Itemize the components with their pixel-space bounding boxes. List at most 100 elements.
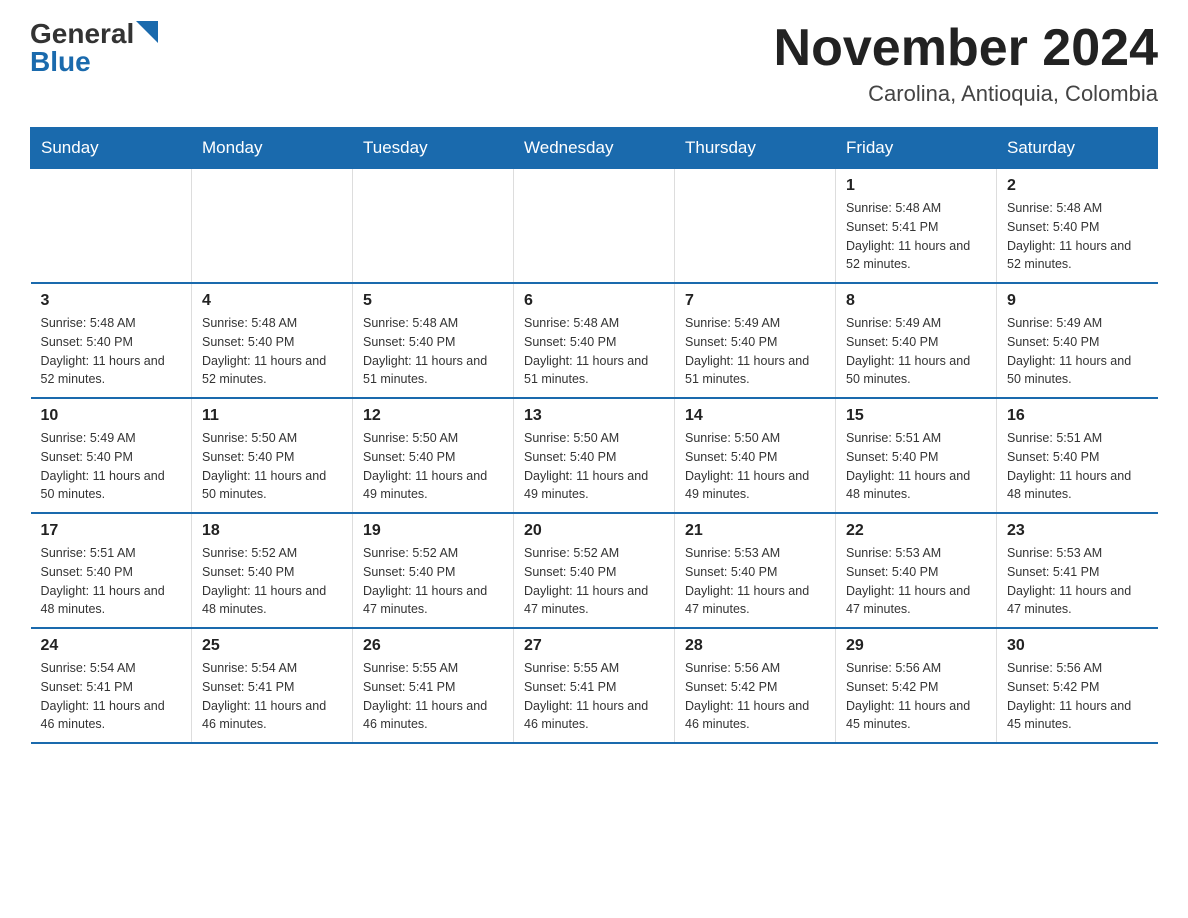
table-row: 18 Sunrise: 5:52 AMSunset: 5:40 PMDaylig… bbox=[192, 513, 353, 628]
day-number: 4 bbox=[202, 292, 342, 310]
logo-general-text: General bbox=[30, 20, 134, 48]
table-row: 10 Sunrise: 5:49 AMSunset: 5:40 PMDaylig… bbox=[31, 398, 192, 513]
table-row: 8 Sunrise: 5:49 AMSunset: 5:40 PMDayligh… bbox=[836, 283, 997, 398]
table-row: 20 Sunrise: 5:52 AMSunset: 5:40 PMDaylig… bbox=[514, 513, 675, 628]
table-row bbox=[31, 169, 192, 284]
table-row: 13 Sunrise: 5:50 AMSunset: 5:40 PMDaylig… bbox=[514, 398, 675, 513]
day-number: 23 bbox=[1007, 522, 1148, 540]
day-number: 7 bbox=[685, 292, 825, 310]
location: Carolina, Antioquia, Colombia bbox=[774, 81, 1158, 107]
day-info: Sunrise: 5:55 AMSunset: 5:41 PMDaylight:… bbox=[363, 661, 487, 731]
table-row: 28 Sunrise: 5:56 AMSunset: 5:42 PMDaylig… bbox=[675, 628, 836, 743]
day-info: Sunrise: 5:51 AMSunset: 5:40 PMDaylight:… bbox=[1007, 431, 1131, 501]
table-row: 7 Sunrise: 5:49 AMSunset: 5:40 PMDayligh… bbox=[675, 283, 836, 398]
day-info: Sunrise: 5:51 AMSunset: 5:40 PMDaylight:… bbox=[846, 431, 970, 501]
col-tuesday: Tuesday bbox=[353, 128, 514, 169]
day-info: Sunrise: 5:51 AMSunset: 5:40 PMDaylight:… bbox=[41, 546, 165, 616]
table-row: 19 Sunrise: 5:52 AMSunset: 5:40 PMDaylig… bbox=[353, 513, 514, 628]
day-info: Sunrise: 5:53 AMSunset: 5:40 PMDaylight:… bbox=[685, 546, 809, 616]
day-number: 3 bbox=[41, 292, 182, 310]
col-sunday: Sunday bbox=[31, 128, 192, 169]
table-row: 4 Sunrise: 5:48 AMSunset: 5:40 PMDayligh… bbox=[192, 283, 353, 398]
logo-blue-text: Blue bbox=[30, 48, 91, 76]
day-info: Sunrise: 5:48 AMSunset: 5:40 PMDaylight:… bbox=[1007, 201, 1131, 271]
day-number: 2 bbox=[1007, 177, 1148, 195]
day-number: 8 bbox=[846, 292, 986, 310]
calendar-table: Sunday Monday Tuesday Wednesday Thursday… bbox=[30, 127, 1158, 744]
col-saturday: Saturday bbox=[997, 128, 1158, 169]
day-number: 26 bbox=[363, 637, 503, 655]
day-number: 12 bbox=[363, 407, 503, 425]
day-info: Sunrise: 5:53 AMSunset: 5:40 PMDaylight:… bbox=[846, 546, 970, 616]
day-info: Sunrise: 5:56 AMSunset: 5:42 PMDaylight:… bbox=[1007, 661, 1131, 731]
col-monday: Monday bbox=[192, 128, 353, 169]
day-number: 18 bbox=[202, 522, 342, 540]
day-info: Sunrise: 5:52 AMSunset: 5:40 PMDaylight:… bbox=[202, 546, 326, 616]
day-number: 27 bbox=[524, 637, 664, 655]
day-number: 6 bbox=[524, 292, 664, 310]
day-info: Sunrise: 5:49 AMSunset: 5:40 PMDaylight:… bbox=[41, 431, 165, 501]
logo-arrow-icon bbox=[136, 21, 158, 43]
table-row: 12 Sunrise: 5:50 AMSunset: 5:40 PMDaylig… bbox=[353, 398, 514, 513]
day-number: 24 bbox=[41, 637, 182, 655]
table-row: 27 Sunrise: 5:55 AMSunset: 5:41 PMDaylig… bbox=[514, 628, 675, 743]
day-number: 11 bbox=[202, 407, 342, 425]
month-title: November 2024 bbox=[774, 20, 1158, 77]
page-header: General Blue November 2024 Carolina, Ant… bbox=[30, 20, 1158, 107]
col-friday: Friday bbox=[836, 128, 997, 169]
day-number: 20 bbox=[524, 522, 664, 540]
table-row: 29 Sunrise: 5:56 AMSunset: 5:42 PMDaylig… bbox=[836, 628, 997, 743]
table-row: 15 Sunrise: 5:51 AMSunset: 5:40 PMDaylig… bbox=[836, 398, 997, 513]
day-number: 21 bbox=[685, 522, 825, 540]
logo: General Blue bbox=[30, 20, 158, 76]
table-row: 17 Sunrise: 5:51 AMSunset: 5:40 PMDaylig… bbox=[31, 513, 192, 628]
day-number: 25 bbox=[202, 637, 342, 655]
table-row: 23 Sunrise: 5:53 AMSunset: 5:41 PMDaylig… bbox=[997, 513, 1158, 628]
day-info: Sunrise: 5:54 AMSunset: 5:41 PMDaylight:… bbox=[202, 661, 326, 731]
table-row: 16 Sunrise: 5:51 AMSunset: 5:40 PMDaylig… bbox=[997, 398, 1158, 513]
day-number: 15 bbox=[846, 407, 986, 425]
day-info: Sunrise: 5:56 AMSunset: 5:42 PMDaylight:… bbox=[685, 661, 809, 731]
calendar-week-row: 10 Sunrise: 5:49 AMSunset: 5:40 PMDaylig… bbox=[31, 398, 1158, 513]
table-row bbox=[192, 169, 353, 284]
table-row: 21 Sunrise: 5:53 AMSunset: 5:40 PMDaylig… bbox=[675, 513, 836, 628]
day-number: 29 bbox=[846, 637, 986, 655]
calendar-week-row: 24 Sunrise: 5:54 AMSunset: 5:41 PMDaylig… bbox=[31, 628, 1158, 743]
table-row: 5 Sunrise: 5:48 AMSunset: 5:40 PMDayligh… bbox=[353, 283, 514, 398]
table-row: 30 Sunrise: 5:56 AMSunset: 5:42 PMDaylig… bbox=[997, 628, 1158, 743]
day-number: 16 bbox=[1007, 407, 1148, 425]
day-number: 1 bbox=[846, 177, 986, 195]
day-info: Sunrise: 5:50 AMSunset: 5:40 PMDaylight:… bbox=[202, 431, 326, 501]
day-info: Sunrise: 5:48 AMSunset: 5:40 PMDaylight:… bbox=[202, 316, 326, 386]
day-info: Sunrise: 5:52 AMSunset: 5:40 PMDaylight:… bbox=[524, 546, 648, 616]
day-number: 14 bbox=[685, 407, 825, 425]
day-info: Sunrise: 5:49 AMSunset: 5:40 PMDaylight:… bbox=[846, 316, 970, 386]
day-info: Sunrise: 5:49 AMSunset: 5:40 PMDaylight:… bbox=[685, 316, 809, 386]
day-info: Sunrise: 5:48 AMSunset: 5:40 PMDaylight:… bbox=[363, 316, 487, 386]
title-block: November 2024 Carolina, Antioquia, Colom… bbox=[774, 20, 1158, 107]
day-number: 9 bbox=[1007, 292, 1148, 310]
table-row: 2 Sunrise: 5:48 AMSunset: 5:40 PMDayligh… bbox=[997, 169, 1158, 284]
day-number: 22 bbox=[846, 522, 986, 540]
day-number: 10 bbox=[41, 407, 182, 425]
table-row: 3 Sunrise: 5:48 AMSunset: 5:40 PMDayligh… bbox=[31, 283, 192, 398]
col-thursday: Thursday bbox=[675, 128, 836, 169]
col-wednesday: Wednesday bbox=[514, 128, 675, 169]
day-info: Sunrise: 5:50 AMSunset: 5:40 PMDaylight:… bbox=[524, 431, 648, 501]
day-info: Sunrise: 5:56 AMSunset: 5:42 PMDaylight:… bbox=[846, 661, 970, 731]
day-info: Sunrise: 5:53 AMSunset: 5:41 PMDaylight:… bbox=[1007, 546, 1131, 616]
table-row: 1 Sunrise: 5:48 AMSunset: 5:41 PMDayligh… bbox=[836, 169, 997, 284]
calendar-week-row: 1 Sunrise: 5:48 AMSunset: 5:41 PMDayligh… bbox=[31, 169, 1158, 284]
table-row bbox=[675, 169, 836, 284]
table-row: 6 Sunrise: 5:48 AMSunset: 5:40 PMDayligh… bbox=[514, 283, 675, 398]
day-info: Sunrise: 5:48 AMSunset: 5:40 PMDaylight:… bbox=[524, 316, 648, 386]
day-info: Sunrise: 5:49 AMSunset: 5:40 PMDaylight:… bbox=[1007, 316, 1131, 386]
table-row: 14 Sunrise: 5:50 AMSunset: 5:40 PMDaylig… bbox=[675, 398, 836, 513]
table-row: 22 Sunrise: 5:53 AMSunset: 5:40 PMDaylig… bbox=[836, 513, 997, 628]
table-row bbox=[514, 169, 675, 284]
day-info: Sunrise: 5:48 AMSunset: 5:40 PMDaylight:… bbox=[41, 316, 165, 386]
table-row: 26 Sunrise: 5:55 AMSunset: 5:41 PMDaylig… bbox=[353, 628, 514, 743]
day-info: Sunrise: 5:50 AMSunset: 5:40 PMDaylight:… bbox=[363, 431, 487, 501]
table-row: 9 Sunrise: 5:49 AMSunset: 5:40 PMDayligh… bbox=[997, 283, 1158, 398]
day-info: Sunrise: 5:55 AMSunset: 5:41 PMDaylight:… bbox=[524, 661, 648, 731]
